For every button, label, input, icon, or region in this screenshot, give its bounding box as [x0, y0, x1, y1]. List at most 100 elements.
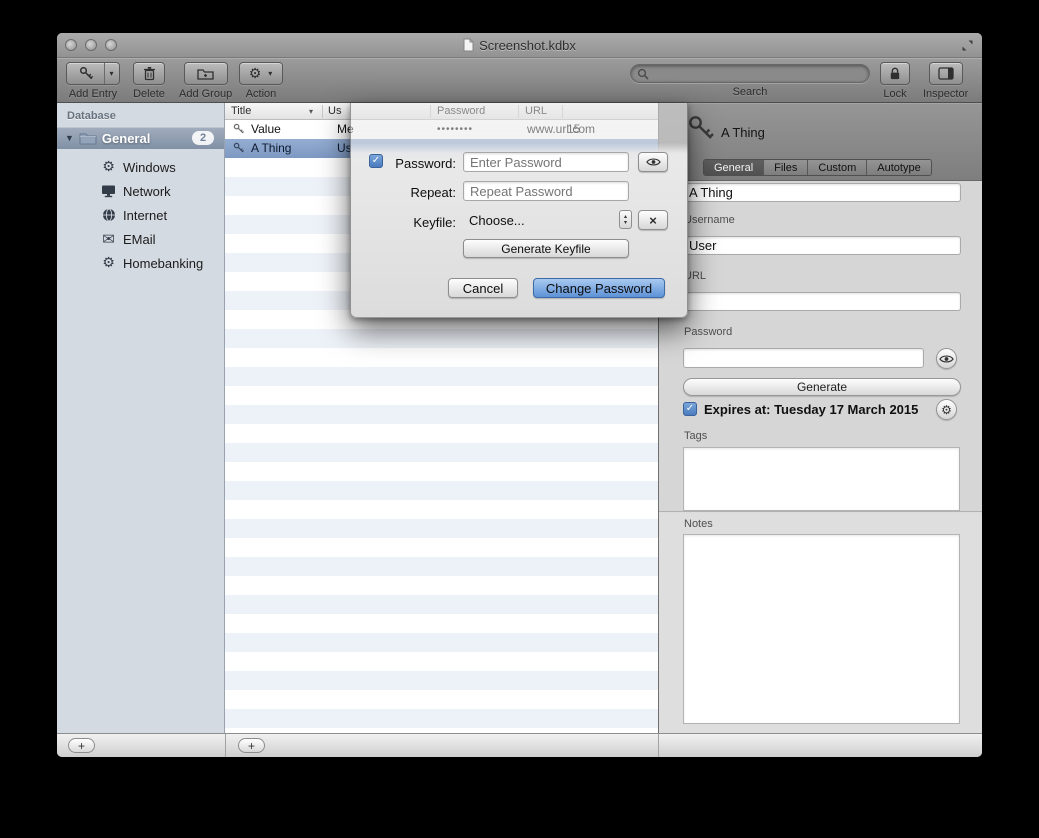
folder-icon: [79, 131, 97, 145]
password-label: Password: [684, 326, 732, 338]
inspector-panel-icon: [938, 67, 954, 80]
sidebar-item-network[interactable]: Network: [57, 179, 224, 203]
sidebar-item-windows[interactable]: ⚙ Windows: [57, 155, 224, 179]
add-group-footer-button[interactable]: +: [68, 738, 95, 753]
cell-title: A Thing: [251, 139, 291, 158]
window-title: Screenshot.kdbx: [479, 38, 576, 53]
notes-label: Notes: [684, 518, 713, 530]
search-input[interactable]: [630, 64, 870, 83]
generate-keyfile-label: Generate Keyfile: [501, 242, 590, 256]
sort-indicator-icon: ▾: [309, 103, 313, 120]
sheet-show-password-button[interactable]: [638, 152, 668, 172]
sheet-repeat-input[interactable]: [463, 181, 629, 201]
cell-title: Value: [251, 120, 281, 139]
envelope-icon: ✉: [99, 230, 118, 248]
change-password-sheet: ✓ Password: Repeat: Keyfile: Choose... ▴…: [350, 103, 688, 318]
sidebar-item-label: Homebanking: [123, 256, 203, 271]
search-label: Search: [733, 86, 768, 98]
sidebar-group-general[interactable]: ▼ General 2: [57, 127, 224, 149]
sheet-repeat-label: Repeat:: [356, 185, 456, 200]
footer-divider: [658, 734, 659, 757]
add-entry-footer-button[interactable]: +: [238, 738, 265, 753]
search-icon: [637, 68, 649, 80]
sidebar-item-label: EMail: [123, 232, 156, 247]
expires-settings-button[interactable]: ⚙: [936, 399, 957, 420]
sheet-password-input[interactable]: [463, 152, 629, 172]
sidebar-item-email[interactable]: ✉ EMail: [57, 227, 224, 251]
key-icon: [68, 66, 104, 81]
globe-icon: [99, 208, 118, 222]
add-entry-button[interactable]: ▾ Add Entry: [66, 62, 120, 100]
tags-input[interactable]: [683, 447, 960, 511]
document-icon: [463, 38, 474, 52]
chevron-down-icon: ▾: [264, 69, 276, 78]
generate-password-button[interactable]: Generate: [683, 378, 961, 396]
keyfile-stepper[interactable]: ▴ ▾: [619, 210, 632, 229]
inspector-tabs: General Files Custom Autotype: [703, 159, 932, 176]
url-field[interactable]: [683, 292, 961, 311]
keyfile-popup-button[interactable]: Choose...: [469, 213, 525, 228]
add-group-label: Add Group: [179, 88, 232, 100]
cancel-button[interactable]: Cancel: [448, 278, 518, 298]
generate-label: Generate: [797, 380, 847, 394]
gear-icon: ⚙: [99, 159, 118, 175]
sidebar-item-homebanking[interactable]: ⚙ Homebanking: [57, 251, 224, 275]
desktop: Screenshot.kdbx ▾: [0, 0, 1039, 838]
column-divider[interactable]: [322, 105, 323, 118]
disclosure-triangle-icon[interactable]: ▼: [65, 133, 74, 143]
gear-icon: ⚙: [246, 66, 265, 82]
clear-keyfile-button[interactable]: ×: [638, 210, 668, 230]
sidebar-section-header: Database: [67, 110, 116, 122]
check-icon: ✓: [686, 404, 694, 414]
titlebar: Screenshot.kdbx: [57, 33, 982, 58]
sidebar-group-label: General: [102, 131, 150, 146]
cancel-label: Cancel: [463, 281, 503, 296]
gear-icon: ⚙: [941, 403, 952, 417]
footer-divider: [225, 734, 226, 757]
tab-general[interactable]: General: [704, 160, 764, 175]
entry-count-badge: 2: [192, 131, 214, 145]
column-header-title[interactable]: Title: [231, 103, 251, 120]
delete-button[interactable]: Delete: [133, 62, 165, 100]
inspector-entry-title: A Thing: [721, 125, 765, 140]
expires-checkbox[interactable]: ✓: [683, 402, 697, 416]
expires-label: Expires at: Tuesday 17 March 2015: [704, 402, 918, 417]
title-field[interactable]: [683, 183, 961, 202]
notes-input[interactable]: [683, 534, 960, 724]
chevron-down-icon: ▾: [105, 69, 117, 78]
key-icon: [687, 114, 715, 147]
username-field[interactable]: [683, 236, 961, 255]
action-button[interactable]: ⚙ ▾ Action: [239, 62, 283, 100]
folder-plus-icon: [197, 67, 214, 80]
key-icon: [233, 123, 245, 138]
inspector-toggle-button[interactable]: Inspector: [923, 62, 968, 100]
column-header-username[interactable]: Us: [328, 103, 341, 120]
fullscreen-icon[interactable]: [961, 39, 974, 52]
key-icon: [233, 142, 245, 157]
eye-icon: [646, 157, 661, 167]
gear-icon: ⚙: [99, 255, 118, 271]
tab-autotype[interactable]: Autotype: [867, 160, 930, 175]
tab-custom[interactable]: Custom: [808, 160, 867, 175]
sidebar-item-label: Internet: [123, 208, 167, 223]
sidebar-database: Database ▼ General 2 ⚙ Windows: [57, 103, 225, 733]
lock-button[interactable]: Lock: [880, 62, 910, 100]
sidebar-item-label: Windows: [123, 160, 176, 175]
lock-label: Lock: [883, 88, 906, 100]
window-title-group: Screenshot.kdbx: [57, 33, 982, 57]
password-field[interactable]: [683, 348, 924, 368]
generate-keyfile-button[interactable]: Generate Keyfile: [463, 239, 629, 258]
sheet-keyfile-label: Keyfile:: [356, 215, 456, 230]
username-label: Username: [684, 214, 735, 226]
tab-files[interactable]: Files: [764, 160, 808, 175]
add-group-button[interactable]: Add Group: [179, 62, 232, 100]
sidebar-item-internet[interactable]: Internet: [57, 203, 224, 227]
monitor-icon: [99, 184, 118, 198]
inspector-panel: A Thing General Files Custom Autotype Us…: [658, 103, 982, 733]
toolbar: ▾ Add Entry Delete: [57, 58, 982, 103]
change-password-button[interactable]: Change Password: [533, 278, 665, 298]
plus-icon: +: [248, 740, 255, 752]
add-entry-label: Add Entry: [69, 88, 117, 100]
action-label: Action: [246, 88, 277, 100]
show-password-button[interactable]: [936, 348, 957, 369]
